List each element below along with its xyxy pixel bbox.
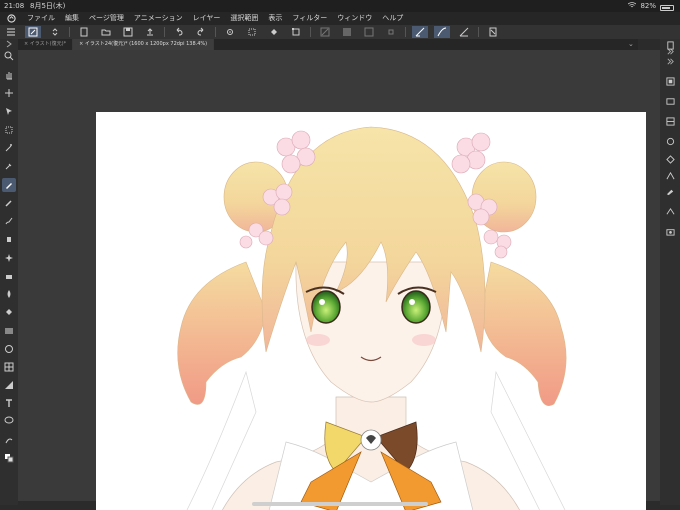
figure-icon[interactable] (2, 342, 16, 356)
flip-icon[interactable] (485, 26, 501, 38)
info-icon[interactable] (663, 39, 677, 51)
move-icon[interactable] (2, 86, 16, 100)
invert-selection-icon[interactable] (339, 26, 355, 38)
menu-edit[interactable]: 編集 (60, 12, 84, 25)
eraser-icon[interactable] (2, 269, 16, 283)
eyedropper-icon[interactable] (2, 159, 16, 173)
hand-icon[interactable] (2, 68, 16, 82)
menu-layer[interactable]: レイヤー (188, 12, 226, 25)
tool-property-icon[interactable] (663, 185, 677, 197)
menu-window[interactable]: ウィンドウ (332, 12, 377, 25)
deselect-icon[interactable] (317, 26, 333, 38)
airbrush-icon[interactable] (2, 232, 16, 246)
menu-animation[interactable]: アニメーション (129, 12, 188, 25)
menu-help[interactable]: ヘルプ (377, 12, 408, 25)
balloon-icon[interactable] (2, 414, 16, 428)
wifi-icon (628, 0, 637, 12)
blend-icon[interactable] (2, 287, 16, 301)
open-icon[interactable] (98, 26, 114, 38)
battery-percent: 82% (640, 2, 656, 10)
menu-page[interactable]: ページ管理 (84, 12, 129, 25)
transform-icon[interactable] (288, 26, 304, 38)
layer-icon[interactable] (663, 75, 677, 87)
decoration-icon[interactable] (2, 251, 16, 265)
clock-time: 21:08 (4, 2, 25, 10)
color-swatch-icon[interactable] (2, 451, 16, 465)
menu-bar: ファイル 編集 ページ管理 アニメーション レイヤー 選択範囲 表示 フィルター… (0, 12, 680, 25)
brush-icon[interactable] (2, 214, 16, 228)
material-icon[interactable] (663, 135, 677, 147)
snap-special-ruler-icon[interactable] (434, 26, 450, 38)
right-palette-bar (660, 39, 680, 505)
export-icon[interactable] (142, 26, 158, 38)
stepper-icon[interactable] (47, 26, 63, 38)
operation-icon[interactable] (2, 104, 16, 118)
property-icon[interactable] (663, 95, 677, 107)
fill-bucket-icon[interactable] (266, 26, 282, 38)
color-wheel-icon[interactable] (663, 153, 677, 165)
camera-icon[interactable] (663, 225, 677, 237)
frame-icon[interactable] (2, 360, 16, 374)
selection-icon[interactable] (2, 123, 16, 137)
wand-icon[interactable] (2, 141, 16, 155)
redo-icon[interactable] (193, 26, 209, 38)
home-indicator[interactable] (252, 502, 428, 506)
new-icon[interactable] (76, 26, 92, 38)
drawing-canvas[interactable] (96, 112, 646, 510)
battery-icon (660, 4, 674, 11)
clip-studio-logo-icon[interactable] (0, 12, 22, 25)
quick-access-icon[interactable] (25, 26, 41, 38)
ruler-icon[interactable] (2, 378, 16, 392)
expand-right-icon[interactable] (663, 55, 677, 67)
menu-selection[interactable]: 選択範囲 (225, 12, 263, 25)
clear-icon[interactable] (244, 26, 260, 38)
shrink-selection-icon[interactable] (383, 26, 399, 38)
chevron-down-icon[interactable]: ⌄ (628, 39, 638, 50)
navigator-icon[interactable] (663, 115, 677, 127)
command-bar (0, 25, 680, 39)
text-icon[interactable] (2, 396, 16, 410)
document-tabs: × イラスト(復元)* × イラスト24(復元)* (1600 x 1200px… (18, 39, 638, 50)
undo-icon[interactable] (171, 26, 187, 38)
pen-icon[interactable] (2, 178, 16, 192)
tool-palette (0, 39, 18, 505)
status-right: 82% (628, 0, 674, 12)
save-icon[interactable] (120, 26, 136, 38)
canvas-workspace[interactable] (18, 50, 660, 510)
fill-icon[interactable] (2, 305, 16, 319)
gradient-icon[interactable] (2, 324, 16, 338)
sub-tool-icon[interactable] (663, 169, 677, 181)
snap-ruler-icon[interactable] (412, 26, 428, 38)
menu-filter[interactable]: フィルター (287, 12, 332, 25)
snap-grid-icon[interactable] (456, 26, 472, 38)
correction-icon[interactable] (2, 433, 16, 447)
history-icon[interactable] (663, 205, 677, 217)
settings-gear-icon[interactable] (222, 26, 238, 38)
pencil-icon[interactable] (2, 196, 16, 210)
zoom-icon[interactable] (2, 49, 16, 63)
tab-illust[interactable]: × イラスト(復元)* (18, 39, 74, 50)
tab-label: イラスト24(復元)* (1600 x 1200px 72dpi 138.4%) (84, 41, 208, 47)
tab-label: イラスト(復元)* (29, 41, 67, 47)
expand-selection-icon[interactable] (361, 26, 377, 38)
menu-file[interactable]: ファイル (22, 12, 60, 25)
tab-illust24[interactable]: × イラスト24(復元)* (1600 x 1200px 72dpi 138.4… (73, 39, 215, 50)
status-bar: 21:08 8月5日(木) 82% (0, 0, 680, 12)
clock-date: 8月5日(木) (30, 2, 66, 10)
menu-view[interactable]: 表示 (263, 12, 287, 25)
artwork-illustration (177, 126, 567, 510)
